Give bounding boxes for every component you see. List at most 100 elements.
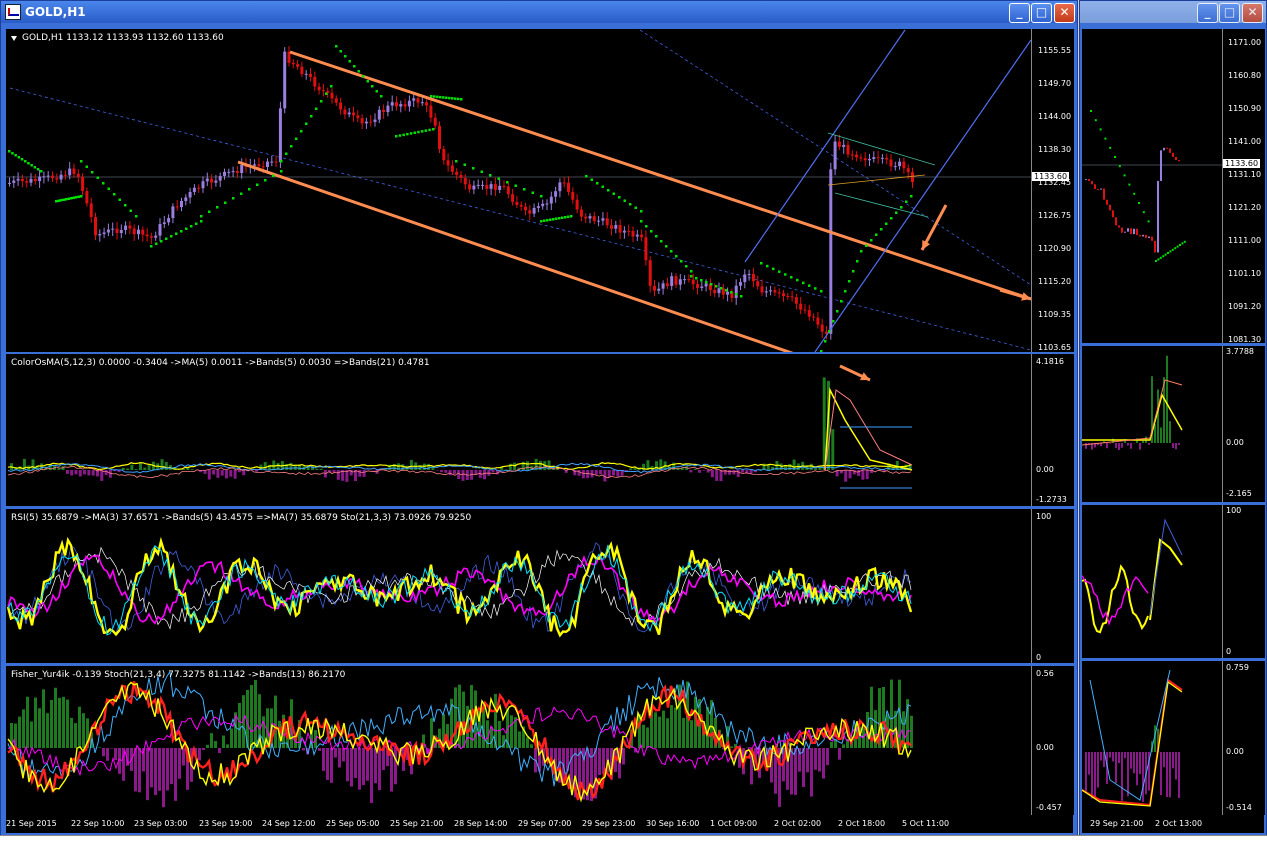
fisher-hist-bar	[334, 748, 337, 758]
side-candle	[1088, 179, 1090, 181]
side-osma-bar	[1154, 424, 1156, 443]
candle-body	[292, 63, 295, 64]
fisher-hist-bar	[98, 747, 101, 748]
psar-dot	[552, 218, 555, 221]
candle-body	[868, 159, 871, 160]
osma-bar	[234, 470, 237, 479]
osma-bar	[290, 463, 293, 470]
psar-dot	[766, 265, 769, 268]
psar-dot	[660, 240, 663, 243]
side-osma-bar	[1166, 356, 1168, 443]
candle-body	[563, 182, 566, 183]
osma-bar	[66, 470, 69, 474]
time-tick: 5 Oct 11:00	[902, 819, 949, 828]
psar-dot	[760, 262, 763, 265]
fisher-hist-bar	[654, 712, 657, 748]
psar-dot	[784, 273, 787, 276]
psar-dot	[820, 290, 823, 293]
psar-dot	[119, 199, 122, 202]
candle-body	[150, 236, 153, 238]
psar-dot	[695, 277, 698, 280]
side-price-tick: 1131.10	[1228, 170, 1261, 179]
candle-body	[352, 113, 355, 116]
psar-dot	[58, 200, 61, 203]
candle-body	[864, 158, 867, 160]
side-price-tick: 1171.00	[1228, 38, 1261, 47]
psar-dot	[430, 95, 433, 98]
side-price-tick: 1091.20	[1228, 302, 1261, 311]
side-psar-dot	[1155, 260, 1157, 262]
psar-dot	[448, 97, 451, 100]
psar-dot	[335, 45, 338, 48]
side-osma-bar	[1115, 443, 1117, 448]
psar-dot	[240, 193, 243, 196]
psar-dot	[555, 218, 558, 221]
fisher-hist-bar	[150, 748, 153, 787]
side-osma-bar	[1121, 443, 1123, 448]
psar-dot	[310, 115, 313, 118]
fisher-hist-bar	[354, 748, 357, 778]
psar-dot	[232, 197, 235, 200]
candle-body	[30, 179, 33, 183]
candle-body	[468, 184, 471, 189]
psar-dot	[376, 90, 379, 93]
side-candle	[1169, 148, 1171, 152]
psar-dot	[875, 234, 878, 237]
fisher-hist-bar	[178, 748, 181, 779]
candle-body	[111, 229, 114, 230]
candle-body	[498, 186, 501, 190]
psar-dot	[567, 216, 570, 219]
candle-body	[842, 145, 845, 147]
fisher-hist-bar	[378, 748, 381, 790]
time-tick: 23 Sep 03:00	[134, 819, 187, 828]
osma-bar	[818, 468, 821, 470]
candle-body	[128, 226, 131, 229]
side-candle	[1094, 184, 1096, 189]
candle-body	[834, 142, 837, 170]
time-tick: 29 Sep 23:00	[582, 819, 635, 828]
candle-body	[283, 52, 286, 109]
candle-body	[851, 154, 854, 155]
side-price-tick: 1101.10	[1228, 269, 1261, 278]
fisher-hist-bar	[302, 748, 305, 750]
fisher-hist-bar	[210, 733, 213, 748]
fisher-hist-bar	[646, 727, 649, 748]
side-rsi-tick: 0	[1226, 647, 1231, 656]
candle-body	[752, 274, 755, 281]
side-psar-dot	[1179, 244, 1181, 246]
osma-bar	[238, 470, 241, 472]
fisher-hist-bar	[66, 700, 69, 748]
side-time-tick: 29 Sep 21:00	[1090, 819, 1143, 828]
fisher-hist-bar	[874, 710, 877, 748]
psar-dot	[80, 195, 83, 198]
candle-body	[382, 110, 385, 112]
candle-body	[554, 191, 557, 196]
side-osma-bar	[1178, 443, 1180, 445]
time-tick: 29 Sep 07:00	[518, 819, 571, 828]
candle-body	[782, 293, 785, 296]
pane-menu-arrow-icon[interactable]	[11, 36, 17, 41]
candle-body	[395, 102, 398, 106]
fisher-hist-bar	[366, 748, 369, 781]
side-psar-dot	[1114, 156, 1116, 158]
osma-bar	[444, 470, 447, 473]
fisher-hist-bar	[814, 748, 817, 770]
psar-dot	[68, 198, 71, 201]
fisher-hist-bar	[174, 748, 177, 801]
candle-body	[240, 165, 243, 173]
candle-body	[902, 162, 905, 169]
fisher-hist-bar	[182, 748, 185, 766]
psar-dot	[280, 160, 283, 163]
psar-dot	[650, 230, 653, 233]
candle-body	[881, 158, 884, 159]
psar-dot	[108, 188, 111, 191]
time-tick: 23 Sep 19:00	[199, 819, 252, 828]
candle-body	[219, 176, 222, 181]
fisher-hist-bar	[26, 697, 29, 748]
candle-body	[713, 290, 716, 293]
side-osma-bar	[1109, 443, 1111, 444]
candle-body	[791, 296, 794, 297]
candle-body	[485, 185, 488, 189]
fisher-hist-bar	[358, 748, 361, 790]
candle-body	[163, 222, 166, 224]
